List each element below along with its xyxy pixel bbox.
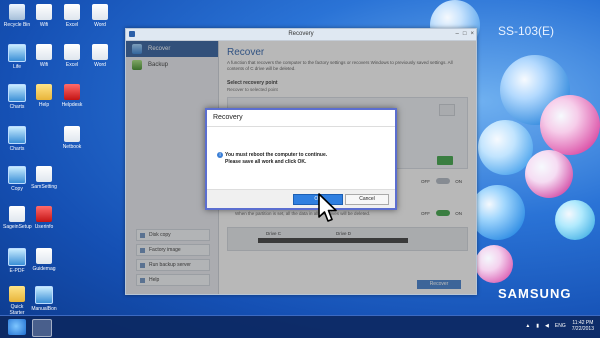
- desktop-icon[interactable]: Excel: [58, 44, 86, 68]
- file-icon: [64, 44, 80, 60]
- dialog-title: Recovery: [207, 110, 395, 127]
- desktop-icon[interactable]: Word: [86, 4, 114, 28]
- balloon-decoration: [470, 185, 525, 240]
- file-icon: [36, 44, 52, 60]
- folder-icon: [36, 84, 52, 100]
- setup-icon: [9, 206, 25, 222]
- window-title: Recovery: [288, 31, 314, 37]
- desktop-icon[interactable]: ManualBon: [30, 286, 58, 312]
- computer-icon: [8, 126, 26, 144]
- window-titlebar[interactable]: Recovery – □ ×: [126, 29, 476, 41]
- desktop-icon[interactable]: Wifi: [30, 44, 58, 68]
- mouse-cursor-icon: [318, 193, 337, 222]
- desktop-icon[interactable]: Netbook: [58, 126, 86, 150]
- quick-starter-icon: [9, 286, 25, 302]
- watermark-label: SS-103(E): [498, 24, 555, 38]
- settings-icon: [36, 166, 52, 182]
- computer-icon: [8, 44, 26, 62]
- language-indicator[interactable]: ENG: [555, 323, 566, 329]
- user-icon: [36, 206, 52, 222]
- desktop-icon[interactable]: Word: [86, 44, 114, 68]
- close-button[interactable]: ×: [470, 31, 474, 37]
- guide-icon: [36, 248, 52, 264]
- desktop-icon[interactable]: SageinSetup: [3, 206, 32, 230]
- balloon-decoration: [555, 200, 595, 240]
- balloon-decoration: [540, 95, 600, 155]
- desktop-icon[interactable]: Charts: [3, 84, 31, 110]
- desktop-icon-recycle-bin[interactable]: Recycle Bin: [3, 4, 31, 28]
- balloon-decoration: [475, 245, 513, 283]
- netbook-icon: [64, 126, 80, 142]
- recovery-taskbar-icon[interactable]: [32, 319, 52, 337]
- desktop-icon[interactable]: Wifi: [30, 4, 58, 28]
- desktop-icon[interactable]: Helpdesk: [58, 84, 86, 108]
- dialog-message-line2: Please save all work and click OK.: [225, 159, 307, 165]
- desktop-icon[interactable]: Charts: [3, 126, 31, 152]
- network-icon[interactable]: ▮: [536, 323, 539, 329]
- balloon-decoration: [525, 150, 573, 198]
- system-tray: ▲ ▮ ◀ ENG 11:42 PM 7/22/2013: [525, 320, 594, 332]
- desktop-icon[interactable]: SamSetting: [30, 166, 58, 190]
- recycle-bin-icon: [9, 4, 25, 20]
- desktop-icon[interactable]: Userinfo: [30, 206, 58, 230]
- desktop-icon[interactable]: Life: [3, 44, 31, 70]
- desktop-icon[interactable]: Excel: [58, 4, 86, 28]
- desktop-icon[interactable]: Quick Starter: [3, 286, 31, 316]
- computer-icon: [8, 166, 26, 184]
- taskbar: ▲ ▮ ◀ ENG 11:42 PM 7/22/2013: [0, 315, 600, 338]
- volume-icon[interactable]: ◀: [545, 323, 549, 329]
- samsung-logo: SAMSUNG: [498, 286, 572, 301]
- file-icon: [36, 4, 52, 20]
- file-icon: [92, 4, 108, 20]
- desktop-icon[interactable]: Guidemag: [30, 248, 58, 272]
- desktop-icon[interactable]: E-PDF: [3, 248, 31, 274]
- desktop-icon[interactable]: Help: [30, 84, 58, 108]
- clock[interactable]: 11:42 PM 7/22/2013: [572, 320, 594, 332]
- file-icon: [64, 4, 80, 20]
- pdf-icon: [8, 248, 26, 266]
- tray-up-arrow-icon[interactable]: ▲: [525, 323, 530, 329]
- maximize-button[interactable]: □: [463, 31, 467, 37]
- dialog-footer: OK Cancel: [207, 189, 395, 208]
- desktop-icon[interactable]: Copy: [3, 166, 31, 192]
- help-icon: [64, 84, 80, 100]
- computer-icon: [8, 84, 26, 102]
- info-icon: i: [217, 152, 223, 158]
- balloon-decoration: [478, 120, 533, 175]
- dialog-message: You must reboot the computer to continue…: [225, 152, 327, 166]
- manual-icon: [35, 286, 53, 304]
- minimize-button[interactable]: –: [456, 31, 459, 37]
- reboot-dialog: Recovery i You must reboot the computer …: [205, 108, 397, 210]
- cancel-button[interactable]: Cancel: [345, 194, 389, 205]
- dialog-message-line1: You must reboot the computer to continue…: [225, 152, 328, 158]
- internet-explorer-icon[interactable]: [8, 319, 26, 335]
- file-icon: [92, 44, 108, 60]
